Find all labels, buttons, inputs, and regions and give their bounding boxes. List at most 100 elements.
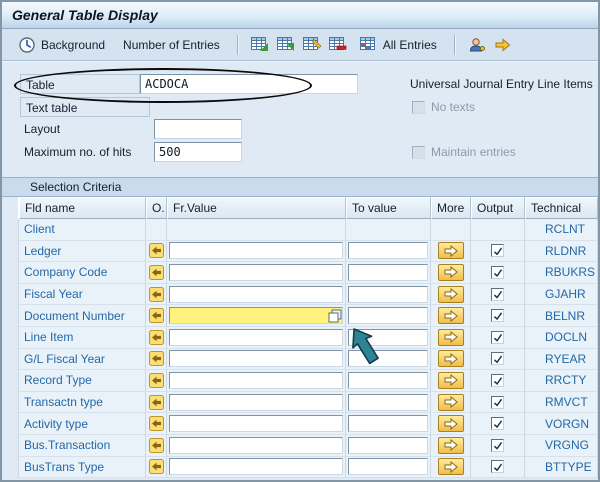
from-value-input[interactable] xyxy=(169,371,343,389)
table-name-input[interactable]: ACDOCA xyxy=(140,74,358,94)
more-button[interactable] xyxy=(437,436,464,454)
table-delete-button[interactable] xyxy=(326,33,350,57)
more-arrow-icon xyxy=(444,352,458,365)
multiple-selection-icon[interactable] xyxy=(148,437,164,453)
table-edit-button[interactable] xyxy=(300,33,324,57)
field-name-label[interactable]: Client xyxy=(19,222,55,236)
to-value-input[interactable] xyxy=(348,307,428,325)
more-button[interactable] xyxy=(437,328,464,346)
to-value-input[interactable] xyxy=(348,371,428,389)
output-checkbox[interactable] xyxy=(491,373,504,387)
more-button[interactable] xyxy=(437,458,464,476)
multiple-selection-icon[interactable] xyxy=(148,394,164,410)
field-name-label[interactable]: BusTrans Type xyxy=(19,460,104,474)
to-value-input[interactable] xyxy=(348,415,428,433)
field-name-label[interactable]: Fiscal Year xyxy=(19,287,83,301)
copy-values-icon[interactable] xyxy=(328,309,342,323)
output-checkbox[interactable] xyxy=(491,395,504,409)
field-name-label[interactable]: Document Number xyxy=(19,309,125,323)
number-of-entries-button[interactable]: Number of Entries xyxy=(115,34,228,56)
from-value-input[interactable] xyxy=(169,307,343,325)
more-button[interactable] xyxy=(437,350,464,368)
selection-row: Transactn type RMVCT xyxy=(19,391,598,414)
from-value-input[interactable] xyxy=(169,328,343,346)
from-value-input[interactable] xyxy=(169,242,343,260)
multiple-selection-icon[interactable] xyxy=(148,351,164,367)
more-button[interactable] xyxy=(437,307,464,325)
all-entries-button[interactable]: All Entries xyxy=(352,33,445,57)
from-value-input[interactable] xyxy=(169,415,343,433)
multiple-selection-icon[interactable] xyxy=(148,264,164,280)
field-name-label[interactable]: Transactn type xyxy=(19,395,103,409)
title-bar: General Table Display xyxy=(2,2,598,29)
layout-input[interactable] xyxy=(154,119,242,139)
technical-name-label: DOCLN xyxy=(545,330,588,345)
from-value-input[interactable] xyxy=(169,350,343,368)
technical-name-label: VORGN xyxy=(545,416,590,431)
toolbar-separator xyxy=(236,34,239,55)
to-value-input[interactable] xyxy=(348,458,428,476)
field-name-label[interactable]: G/L Fiscal Year xyxy=(19,352,105,366)
more-button[interactable] xyxy=(437,415,464,433)
multiple-selection-icon[interactable] xyxy=(148,243,164,259)
output-checkbox[interactable] xyxy=(491,460,504,474)
more-button[interactable] xyxy=(437,263,464,281)
header-form: Table ACDOCA Universal Journal Entry Lin… xyxy=(2,61,598,177)
user-settings-button[interactable] xyxy=(465,33,489,57)
output-checkbox[interactable] xyxy=(491,244,504,258)
to-value-input[interactable] xyxy=(348,285,428,303)
selection-rows: Client RCLNT Ledger RLDNR Company Code R… xyxy=(18,219,598,479)
from-value-input[interactable] xyxy=(169,458,343,476)
table-insert-button[interactable] xyxy=(274,33,298,57)
more-arrow-icon xyxy=(444,288,458,301)
field-name-label[interactable]: Line Item xyxy=(19,330,73,344)
field-name-label[interactable]: Bus.Transaction xyxy=(19,438,110,452)
more-button[interactable] xyxy=(437,242,464,260)
output-checkbox[interactable] xyxy=(491,330,504,344)
more-arrow-icon xyxy=(444,439,458,452)
from-value-input[interactable] xyxy=(169,285,343,303)
to-value-input[interactable] xyxy=(348,242,428,260)
exit-button[interactable] xyxy=(491,33,515,57)
max-hits-field-label: Maximum no. of hits xyxy=(24,145,132,159)
to-value-input[interactable] xyxy=(348,393,428,411)
output-checkbox[interactable] xyxy=(491,265,504,279)
table-choose-button[interactable] xyxy=(248,33,272,57)
from-value-input[interactable] xyxy=(169,263,343,281)
selection-row: Line Item DOCLN xyxy=(19,326,598,349)
background-button[interactable]: Background xyxy=(10,32,113,58)
more-arrow-icon xyxy=(444,374,458,387)
output-checkbox[interactable] xyxy=(491,438,504,452)
maintain-entries-checkbox[interactable] xyxy=(412,145,425,159)
multiple-selection-icon[interactable] xyxy=(148,329,164,345)
more-button[interactable] xyxy=(437,285,464,303)
output-checkbox[interactable] xyxy=(491,309,504,323)
multiple-selection-icon[interactable] xyxy=(148,416,164,432)
output-checkbox[interactable] xyxy=(491,287,504,301)
to-value-input[interactable] xyxy=(348,263,428,281)
no-texts-label: No texts xyxy=(431,100,476,114)
max-hits-input[interactable]: 500 xyxy=(154,142,242,162)
technical-name-label: RBUKRS xyxy=(545,265,596,280)
multiple-selection-icon[interactable] xyxy=(148,286,164,302)
selection-row: Bus.Transaction VRGNG xyxy=(19,434,598,457)
multiple-selection-icon[interactable] xyxy=(148,372,164,388)
field-name-label[interactable]: Activity type xyxy=(19,417,88,431)
multiple-selection-icon[interactable] xyxy=(148,459,164,475)
field-name-label[interactable]: Record Type xyxy=(19,373,92,387)
field-name-label[interactable]: Company Code xyxy=(19,265,107,279)
field-name-label[interactable]: Ledger xyxy=(19,244,61,258)
multiple-selection-icon[interactable] xyxy=(148,308,164,324)
to-value-input[interactable] xyxy=(348,328,428,346)
table-edit-icon xyxy=(302,36,321,53)
output-checkbox[interactable] xyxy=(491,352,504,366)
more-button[interactable] xyxy=(437,371,464,389)
from-value-input[interactable] xyxy=(169,436,343,454)
to-value-input[interactable] xyxy=(348,350,428,368)
selection-row: Record Type RRCTY xyxy=(19,370,598,392)
output-checkbox[interactable] xyxy=(491,417,504,431)
to-value-input[interactable] xyxy=(348,436,428,454)
from-value-input[interactable] xyxy=(169,393,343,411)
more-button[interactable] xyxy=(437,393,464,411)
no-texts-checkbox[interactable] xyxy=(412,100,425,114)
